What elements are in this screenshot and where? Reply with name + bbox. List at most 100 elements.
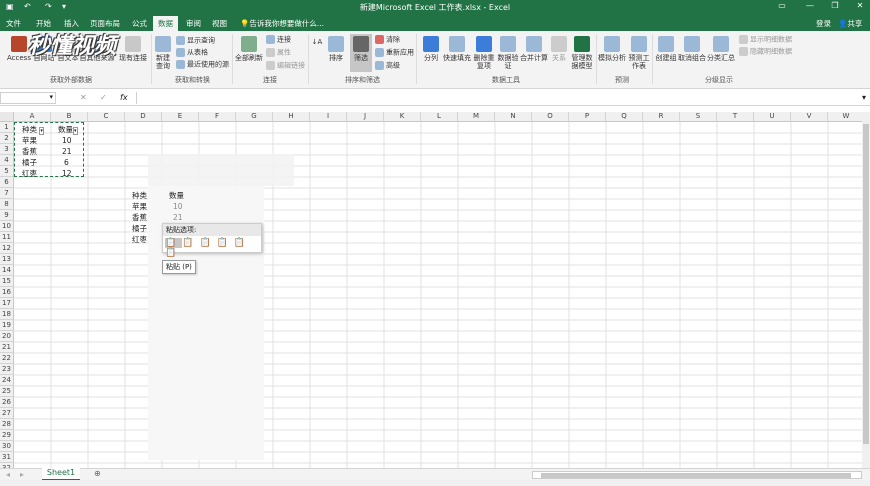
column-header-h[interactable]: H (273, 112, 310, 122)
sort-az-button[interactable]: ↓A (311, 38, 323, 46)
cell-d10[interactable]: 苹果 (132, 201, 147, 212)
row-header-30[interactable]: 30 (0, 441, 14, 452)
hide-detail-button[interactable]: 隐藏明细数据 (739, 47, 792, 56)
row-header-12[interactable]: 12 (0, 243, 14, 254)
cell-e9[interactable]: 数量 (169, 190, 184, 201)
paste-formatting-icon[interactable]: 📋 (234, 238, 251, 248)
tab-view[interactable]: 视图 (212, 18, 227, 29)
forecast-sheet-button[interactable]: 预测工作表 (627, 36, 651, 70)
advanced-filter-button[interactable]: 高级 (375, 61, 400, 70)
row-header-3[interactable]: 3 (0, 144, 14, 155)
row-header-10[interactable]: 10 (0, 221, 14, 232)
row-header-21[interactable]: 21 (0, 342, 14, 353)
column-header-t[interactable]: T (717, 112, 754, 122)
what-if-analysis-button[interactable]: 模拟分析 (598, 36, 626, 62)
name-box[interactable]: ▾ (0, 92, 56, 104)
consolidate-button[interactable]: 合并计算 (519, 36, 549, 62)
row-header-24[interactable]: 24 (0, 375, 14, 386)
row-header-26[interactable]: 26 (0, 397, 14, 408)
enter-icon[interactable]: ✓ (100, 93, 107, 102)
tab-formulas[interactable]: 公式 (132, 18, 147, 29)
column-header-c[interactable]: C (88, 112, 125, 122)
row-header-13[interactable]: 13 (0, 254, 14, 265)
tab-review[interactable]: 审阅 (186, 18, 201, 29)
relationships-button[interactable]: 关系 (549, 36, 569, 62)
horizontal-scrollbar[interactable] (532, 471, 862, 479)
cell-a2[interactable]: 苹果 (22, 135, 37, 146)
from-table-button[interactable]: 从表格 (176, 48, 208, 57)
row-header-31[interactable]: 31 (0, 452, 14, 463)
column-header-f[interactable]: F (199, 112, 236, 122)
new-query-button[interactable]: 新建查询 (153, 36, 173, 70)
row-header-14[interactable]: 14 (0, 265, 14, 276)
row-header-2[interactable]: 2 (0, 133, 14, 144)
tab-file[interactable]: 文件 (6, 18, 21, 29)
row-header-8[interactable]: 8 (0, 199, 14, 210)
tab-data[interactable]: 数据 (153, 16, 178, 31)
connections-button[interactable]: 连接 (266, 35, 291, 44)
row-header-17[interactable]: 17 (0, 298, 14, 309)
recent-sources-button[interactable]: 最近使用的源 (176, 60, 229, 69)
row-header-6[interactable]: 6 (0, 177, 14, 188)
paste-values-icon[interactable]: 📋 (182, 238, 199, 248)
filter-button[interactable]: 筛选 (350, 34, 372, 72)
prev-sheet-icon[interactable]: ◂ (6, 470, 10, 479)
edit-links-button[interactable]: 编辑链接 (266, 61, 305, 70)
column-header-j[interactable]: J (347, 112, 384, 122)
cell-b2[interactable]: 10 (62, 135, 72, 146)
next-sheet-icon[interactable]: ▸ (20, 470, 24, 479)
cell-d13[interactable]: 红枣 (132, 234, 147, 245)
tell-me-search[interactable]: 💡告诉我你想要做什么... (240, 18, 324, 29)
column-header-p[interactable]: P (569, 112, 606, 122)
column-header-g[interactable]: G (236, 112, 273, 122)
cell-b3[interactable]: 21 (62, 146, 72, 157)
clear-filter-button[interactable]: 清除 (375, 35, 400, 44)
column-header-v[interactable]: V (791, 112, 828, 122)
existing-connections-button[interactable]: 现有连接 (117, 36, 149, 62)
row-header-22[interactable]: 22 (0, 353, 14, 364)
column-header-a[interactable]: A (14, 112, 51, 122)
share-button[interactable]: 👤共享 (838, 18, 862, 29)
column-header-b[interactable]: B (51, 112, 88, 122)
refresh-all-button[interactable]: 全部刷新 (234, 36, 264, 62)
expand-formula-icon[interactable]: ▾ (862, 93, 866, 102)
remove-duplicates-button[interactable]: 删除重复项 (472, 36, 496, 70)
cell-d12[interactable]: 橘子 (132, 223, 147, 234)
text-to-columns-button[interactable]: 分列 (420, 36, 442, 62)
row-header-25[interactable]: 25 (0, 386, 14, 397)
cell-e10[interactable]: 10 (173, 201, 183, 212)
sort-button[interactable]: 排序 (326, 36, 346, 62)
flash-fill-button[interactable]: 快速填充 (443, 36, 471, 62)
column-header-u[interactable]: U (754, 112, 791, 122)
cell-a3[interactable]: 香蕉 (22, 146, 37, 157)
filter-dropdown-icon[interactable]: ▾ (73, 127, 78, 135)
cancel-icon[interactable]: ✕ (80, 93, 87, 102)
horizontal-scrollbar-thumb[interactable] (541, 473, 851, 478)
cell-d11[interactable]: 香蕉 (132, 212, 147, 223)
select-all-corner[interactable] (0, 112, 14, 122)
subtotal-button[interactable]: 分类汇总 (706, 36, 736, 62)
reapply-button[interactable]: 重新应用 (375, 48, 414, 57)
column-header-o[interactable]: O (532, 112, 569, 122)
row-header-4[interactable]: 4 (0, 155, 14, 166)
data-validation-button[interactable]: 数据验证 (497, 36, 519, 70)
cell-d9[interactable]: 种类 (132, 190, 147, 201)
show-queries-button[interactable]: 显示查询 (176, 36, 215, 45)
row-header-15[interactable]: 15 (0, 276, 14, 287)
column-header-k[interactable]: K (384, 112, 421, 122)
row-header-9[interactable]: 9 (0, 210, 14, 221)
column-header-l[interactable]: L (421, 112, 458, 122)
row-header-28[interactable]: 28 (0, 419, 14, 430)
column-header-w[interactable]: W (828, 112, 862, 122)
ribbon-options-icon[interactable]: ▭ (772, 1, 792, 10)
paste-link-icon[interactable]: 📋 (165, 248, 182, 258)
cell-b4[interactable]: 6 (64, 157, 69, 168)
column-header-d[interactable]: D (125, 112, 162, 122)
filter-dropdown-icon[interactable]: ▾ (39, 127, 44, 135)
close-icon[interactable]: ✕ (850, 1, 870, 10)
scrollbar-thumb[interactable] (863, 124, 869, 444)
column-header-m[interactable]: M (458, 112, 495, 122)
cell-a5[interactable]: 红枣 (22, 168, 37, 179)
column-header-s[interactable]: S (680, 112, 717, 122)
column-header-e[interactable]: E (162, 112, 199, 122)
